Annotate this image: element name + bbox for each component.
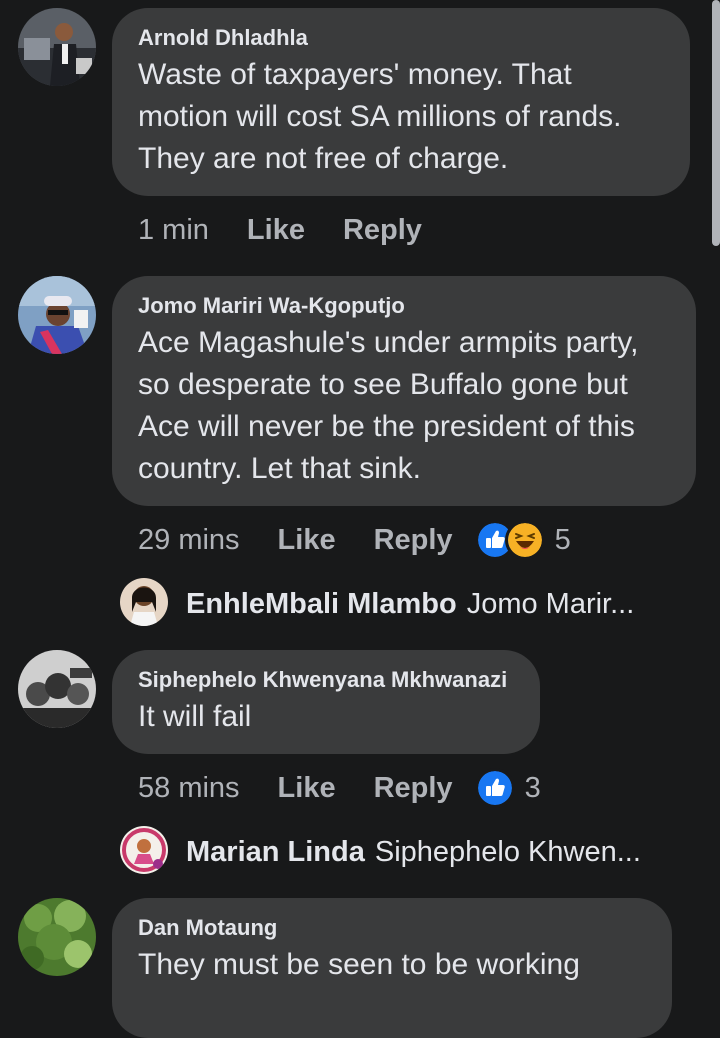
comment-text: It will fail — [138, 696, 514, 738]
reactions-summary[interactable] — [474, 520, 545, 560]
reply-button[interactable]: Reply — [374, 524, 453, 557]
like-button[interactable]: Like — [278, 772, 336, 805]
reaction-count[interactable]: 3 — [525, 772, 541, 805]
avatar[interactable] — [18, 8, 96, 86]
like-reaction-icon — [474, 768, 515, 808]
haha-reaction-icon — [504, 520, 545, 560]
reply-preview[interactable]: EnhleMbali Mlambo Jomo Marir... — [186, 580, 634, 628]
comment-line: It will fail — [138, 700, 252, 733]
avatar[interactable] — [120, 826, 168, 874]
comment-author[interactable]: Jomo Mariri Wa-Kgoputjo — [138, 292, 670, 320]
reply-author[interactable]: EnhleMbali Mlambo — [186, 588, 457, 621]
comment-bubble: Arnold Dhladhla Waste of taxpayers' mone… — [112, 8, 690, 196]
comment-actions: 58 mins Like Reply 3 — [138, 768, 541, 808]
avatar[interactable] — [18, 276, 96, 354]
comment-author[interactable]: Siphephelo Khwenyana Mkhwanazi — [138, 666, 514, 694]
comment-bubble: Jomo Mariri Wa-Kgoputjo Ace Magashule's … — [112, 276, 696, 506]
comment-line: country. Let that sink. — [138, 452, 421, 485]
avatar[interactable] — [120, 578, 168, 626]
comment-timestamp[interactable]: 29 mins — [138, 524, 240, 557]
comment-author[interactable]: Arnold Dhladhla — [138, 24, 664, 52]
comment-line: They are not free of charge. — [138, 142, 509, 175]
avatar[interactable] — [18, 650, 96, 728]
comment-text: Ace Magashule's under armpits party, so … — [138, 322, 670, 490]
comment-line: Ace will never be the president of this — [138, 410, 635, 443]
reply-snippet: Jomo Marir... — [466, 587, 635, 620]
reply-author[interactable]: Marian Linda — [186, 836, 365, 869]
like-button[interactable]: Like — [278, 524, 336, 557]
comment-actions: 1 min Like Reply — [138, 210, 444, 250]
comment-line: motion will cost SA millions of rands. — [138, 100, 622, 133]
comment-timestamp[interactable]: 1 min — [138, 214, 209, 247]
comment-line: so desperate to see Buffalo gone but — [138, 368, 628, 401]
comment-line: Ace Magashule's under armpits party, — [138, 326, 639, 359]
comment-line: Waste of taxpayers' money. That — [138, 58, 572, 91]
comment-timestamp[interactable]: 58 mins — [138, 772, 240, 805]
comment-line: They must be seen to be working — [138, 948, 580, 981]
comment-bubble: Dan Motaung They must be seen to be work… — [112, 898, 672, 1038]
avatar[interactable] — [18, 898, 96, 976]
scrollbar[interactable] — [712, 0, 720, 246]
comment-author[interactable]: Dan Motaung — [138, 914, 646, 942]
comment-text: They must be seen to be working — [138, 944, 646, 986]
reply-preview[interactable]: Marian Linda Siphephelo Khwen... — [186, 828, 641, 876]
reaction-count[interactable]: 5 — [555, 524, 571, 557]
comment-text: Waste of taxpayers' money. That motion w… — [138, 54, 664, 180]
reply-button[interactable]: Reply — [343, 214, 422, 247]
like-button[interactable]: Like — [247, 214, 305, 247]
reply-snippet: Siphephelo Khwen... — [374, 835, 641, 868]
reply-button[interactable]: Reply — [374, 772, 453, 805]
reactions-summary[interactable] — [474, 768, 515, 808]
comment-actions: 29 mins Like Reply 5 — [138, 520, 571, 560]
comment-bubble: Siphephelo Khwenyana Mkhwanazi It will f… — [112, 650, 540, 754]
